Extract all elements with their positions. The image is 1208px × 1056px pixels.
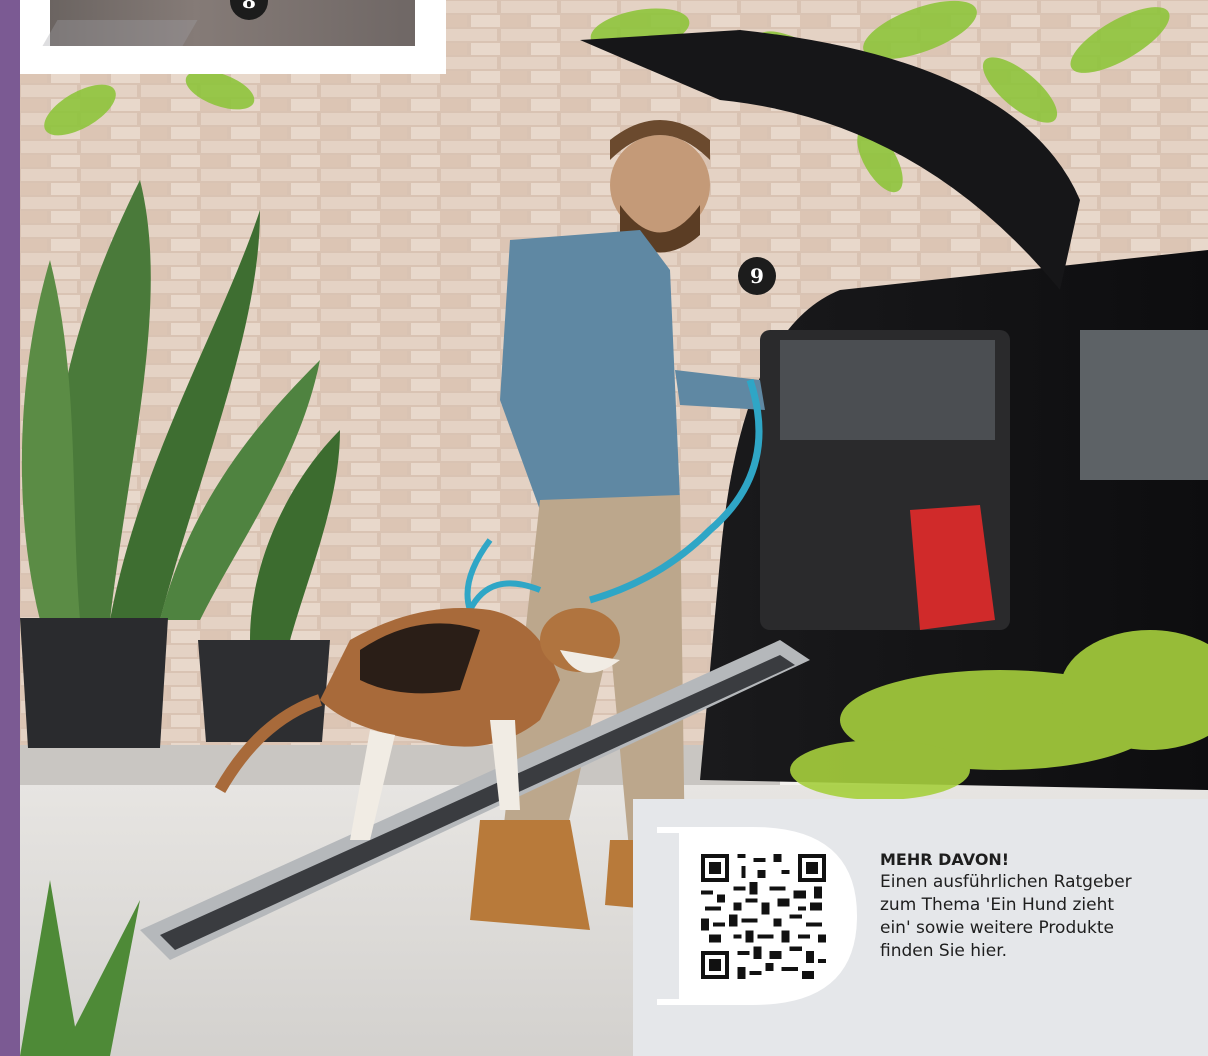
magazine-page: 8 9 MEHR DAVON! Einen ausführlichen Ratg…	[0, 0, 1208, 1056]
more-info-box: MEHR DAVON! Einen ausführlichen Ratgeber…	[633, 799, 1208, 1056]
accent-strip	[0, 0, 20, 1056]
info-line: finden Sie hier.	[880, 941, 1008, 961]
figure-number-badge: 9	[738, 257, 776, 295]
info-line: ein' sowie weitere Produkte	[880, 918, 1114, 938]
more-info-text: MEHR DAVON! Einen ausführlichen Ratgeber…	[880, 849, 1180, 963]
info-line: Einen ausführlichen Ratgeber	[880, 872, 1132, 892]
info-line: zum Thema 'Ein Hund zieht	[880, 895, 1115, 915]
qr-code-icon[interactable]	[697, 850, 830, 983]
info-body: Einen ausführlichen Ratgeber zum Thema '…	[880, 871, 1180, 963]
info-heading: MEHR DAVON!	[880, 850, 1010, 869]
